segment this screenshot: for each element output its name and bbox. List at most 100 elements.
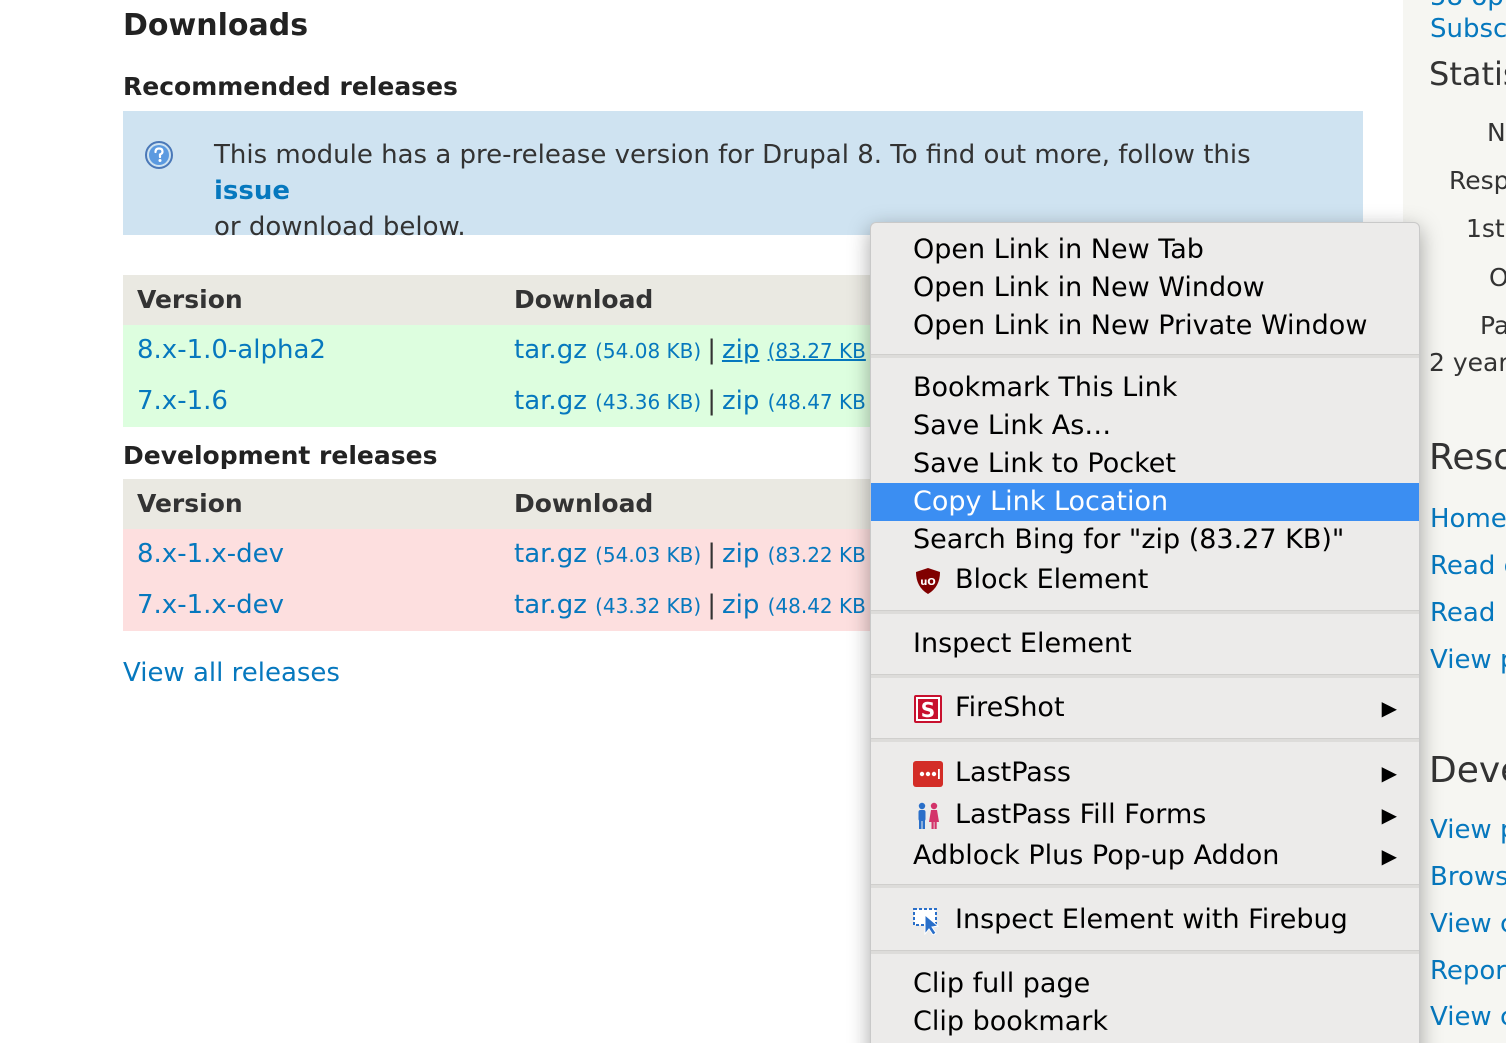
zip-download-link[interactable]: zip (48.42 KB: [722, 590, 866, 620]
menu-item-inspect-element[interactable]: Inspect Element: [871, 625, 1419, 663]
stat-label: 1st: [1466, 214, 1505, 243]
download-column-header: Download: [514, 489, 654, 518]
stat-label: N: [1487, 118, 1506, 147]
development-heading: Deve: [1429, 750, 1506, 791]
separator: |: [707, 539, 716, 569]
file-size: (54.03 KB): [595, 543, 702, 567]
zip-download-link[interactable]: zip (48.47 KB: [722, 386, 866, 416]
targz-download-link[interactable]: tar.gz (43.32 KB): [514, 590, 701, 620]
file-size: (48.42 KB: [767, 594, 866, 618]
menu-item-lastpass-fill-forms[interactable]: LastPass Fill Forms ▶: [871, 796, 1419, 834]
menu-item-lastpass[interactable]: LastPass ▶: [871, 754, 1419, 792]
file-size: (54.08 KB): [595, 339, 702, 363]
development-link[interactable]: View p: [1430, 815, 1506, 845]
release-version-link[interactable]: 8.x-1.x-dev: [137, 539, 284, 569]
fireshot-icon: S: [914, 695, 942, 723]
targz-download-link[interactable]: tar.gz (54.03 KB): [514, 539, 701, 569]
table-header: Version Download: [123, 479, 883, 529]
notice-message-cont: or download below.: [214, 212, 466, 242]
stat-label: Pa: [1480, 311, 1506, 340]
view-all-releases-link[interactable]: View all releases: [123, 658, 340, 688]
targz-download-link[interactable]: tar.gz (54.08 KB): [514, 335, 701, 365]
svg-text:uO: uO: [920, 577, 936, 588]
resources-link[interactable]: View p: [1430, 645, 1506, 675]
resources-link[interactable]: Home: [1430, 504, 1506, 534]
development-link[interactable]: Browse: [1430, 862, 1506, 892]
statistics-heading: Statis: [1429, 55, 1506, 93]
info-notice: This module has a pre-release version fo…: [123, 111, 1363, 242]
page-title: Downloads: [123, 8, 309, 43]
development-releases-table: Version Download 8.x-1.x-dev tar.gz (54.…: [123, 479, 883, 631]
people-icon: [918, 802, 939, 829]
submenu-arrow-icon: ▶: [1381, 803, 1397, 827]
separator: |: [707, 386, 716, 416]
firebug-inspect-icon: [913, 908, 940, 935]
development-link[interactable]: View c: [1430, 1002, 1506, 1032]
submenu-arrow-icon: ▶: [1381, 844, 1397, 868]
lastpass-icon: [913, 761, 943, 787]
menu-separator: [871, 610, 1419, 614]
menu-separator: [871, 884, 1419, 888]
file-size: (48.47 KB: [767, 390, 866, 414]
menu-item-open-new-tab[interactable]: Open Link in New Tab: [871, 231, 1419, 269]
menu-separator: [871, 950, 1419, 954]
menu-item-open-new-window[interactable]: Open Link in New Window: [871, 269, 1419, 307]
menu-separator: [871, 738, 1419, 742]
menu-item-bookmark-link[interactable]: Bookmark This Link: [871, 369, 1419, 407]
download-column-header: Download: [514, 285, 654, 314]
separator: |: [707, 335, 716, 365]
menu-item-clip-bookmark[interactable]: Clip bookmark: [871, 1003, 1419, 1041]
download-links: tar.gz (43.36 KB) | zip (48.47 KB: [514, 386, 866, 416]
zip-download-link[interactable]: zip (83.27 KB: [722, 335, 866, 365]
ublock-shield-icon: uO: [916, 568, 940, 594]
release-version-link[interactable]: 8.x-1.0-alpha2: [137, 335, 326, 365]
stat-label: O: [1489, 263, 1506, 292]
menu-item-fireshot[interactable]: S FireShot ▶: [871, 689, 1419, 727]
submenu-arrow-icon: ▶: [1381, 696, 1397, 720]
download-links: tar.gz (43.32 KB) | zip (48.42 KB: [514, 590, 866, 620]
recommended-releases-table: Version Download 8.x-1.0-alpha2 tar.gz (…: [123, 275, 883, 427]
menu-item-clip-full-page[interactable]: Clip full page: [871, 965, 1419, 1003]
table-row: 7.x-1.6 tar.gz (43.36 KB) | zip (48.47 KB: [123, 376, 883, 427]
menu-item-block-element[interactable]: uO Block Element: [871, 561, 1419, 599]
help-icon: [145, 141, 173, 169]
menu-item-open-private-window[interactable]: Open Link in New Private Window: [871, 307, 1419, 345]
separator: |: [707, 590, 716, 620]
menu-item-adblock-popup[interactable]: Adblock Plus Pop-up Addon ▶: [871, 837, 1419, 875]
menu-item-copy-link-location[interactable]: Copy Link Location: [871, 483, 1419, 521]
zip-download-link[interactable]: zip (83.22 KB: [722, 539, 866, 569]
development-link[interactable]: View c: [1430, 909, 1506, 939]
development-releases-heading: Development releases: [123, 441, 438, 470]
file-size: (83.27 KB: [767, 339, 866, 363]
download-links: tar.gz (54.03 KB) | zip (83.22 KB: [514, 539, 866, 569]
subscribe-link[interactable]: Subscr: [1430, 14, 1506, 44]
sidebar-top-link[interactable]: 58 op: [1430, 0, 1504, 12]
menu-separator: [871, 674, 1419, 678]
notice-message: This module has a pre-release version fo…: [214, 140, 1251, 170]
menu-separator: [871, 354, 1419, 358]
table-row: 8.x-1.0-alpha2 tar.gz (54.08 KB) | zip (83…: [123, 325, 883, 376]
menu-item-save-to-pocket[interactable]: Save Link to Pocket: [871, 445, 1419, 483]
recommended-releases-heading: Recommended releases: [123, 72, 458, 101]
release-version-link[interactable]: 7.x-1.x-dev: [137, 590, 284, 620]
release-version-link[interactable]: 7.x-1.6: [137, 386, 228, 416]
context-menu: Open Link in New Tab Open Link in New Wi…: [870, 222, 1420, 1043]
version-column-header: Version: [137, 285, 243, 314]
version-column-header: Version: [137, 489, 243, 518]
development-link[interactable]: Report: [1430, 956, 1506, 986]
stat-label: 2 year: [1429, 348, 1506, 377]
resources-link[interactable]: Read l: [1430, 598, 1506, 628]
table-header: Version Download: [123, 275, 883, 325]
menu-item-search-bing[interactable]: Search Bing for "zip (83.27 KB)": [871, 521, 1419, 559]
file-size: (43.32 KB): [595, 594, 702, 618]
resources-heading: Reso: [1429, 437, 1506, 478]
resources-link[interactable]: Read c: [1430, 551, 1506, 581]
submenu-arrow-icon: ▶: [1381, 761, 1397, 785]
issue-link[interactable]: issue: [214, 176, 290, 206]
menu-item-inspect-firebug[interactable]: Inspect Element with Firebug: [871, 901, 1419, 939]
table-row: 7.x-1.x-dev tar.gz (43.32 KB) | zip (48.42…: [123, 580, 883, 631]
stat-label: Resp: [1449, 166, 1506, 195]
table-row: 8.x-1.x-dev tar.gz (54.03 KB) | zip (83.22…: [123, 529, 883, 580]
targz-download-link[interactable]: tar.gz (43.36 KB): [514, 386, 701, 416]
menu-item-save-link-as[interactable]: Save Link As…: [871, 407, 1419, 445]
